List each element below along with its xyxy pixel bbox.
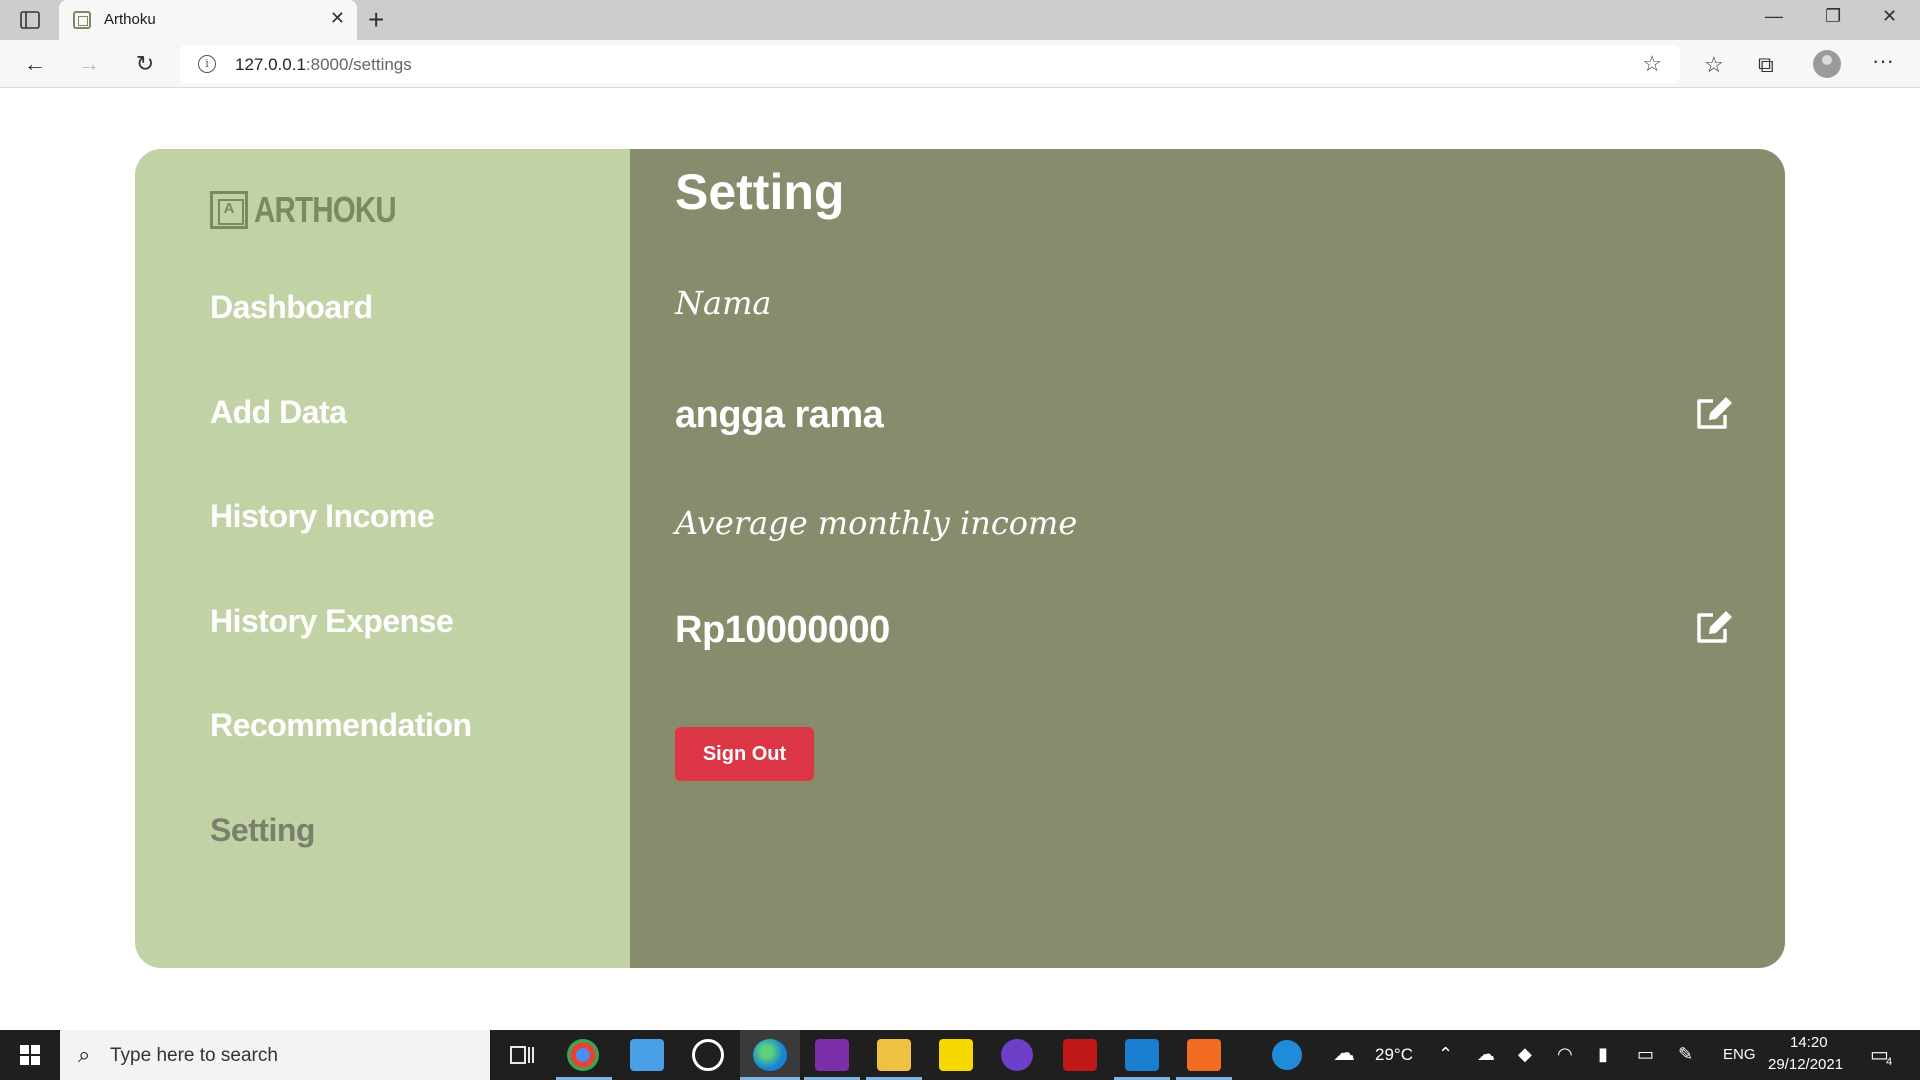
notification-count: 4 — [1886, 1056, 1893, 1068]
name-label: Nama — [675, 284, 772, 322]
site-info-icon[interactable]: i — [198, 55, 216, 73]
language-indicator[interactable]: ENG — [1723, 1046, 1756, 1063]
mcafee-app-icon[interactable] — [1063, 1039, 1097, 1071]
app-tray-icon[interactable]: ◆ — [1518, 1044, 1532, 1065]
sidebar-item-history-expense[interactable]: History Expense — [210, 603, 471, 708]
file-explorer-icon[interactable] — [877, 1039, 911, 1071]
windows-taskbar: ⌕ Type here to search ☁ 29°C ⌃ ☁ ◆ ◠ ▮ ▭… — [0, 1030, 1920, 1080]
sidebar-nav: Dashboard Add Data History Income Histor… — [210, 289, 472, 917]
favorites-icon[interactable]: ☆ — [1704, 52, 1724, 78]
chrome-app-icon[interactable] — [567, 1039, 599, 1071]
page-title: Setting — [675, 164, 845, 220]
edit-name-icon[interactable] — [1695, 393, 1735, 433]
close-window-button[interactable]: ✕ — [1882, 6, 1897, 27]
onedrive-cloud-icon[interactable]: ☁ — [1477, 1044, 1495, 1065]
search-placeholder: Type here to search — [110, 1045, 278, 1066]
back-button[interactable]: ← — [20, 50, 50, 78]
task-view-icon[interactable] — [505, 1039, 539, 1071]
tab-title: Arthoku — [104, 11, 156, 28]
forward-button[interactable]: → — [74, 50, 104, 78]
weather-temperature[interactable]: 29°C — [1375, 1045, 1413, 1065]
sticky-notes-icon[interactable] — [939, 1039, 973, 1071]
address-bar[interactable]: i 127.0.0.1:8000/settings ☆ — [180, 45, 1680, 83]
reload-button[interactable]: ↻ — [130, 50, 160, 78]
sidebar-item-dashboard[interactable]: Dashboard — [210, 289, 471, 394]
name-value: angga rama — [675, 394, 884, 436]
search-icon: ⌕ — [78, 1042, 91, 1067]
brand-name: ARTHOKU — [254, 189, 397, 230]
new-tab-button[interactable]: + — [368, 4, 384, 36]
sidebar-item-recommendation[interactable]: Recommendation — [210, 707, 472, 812]
mail-app-icon[interactable] — [630, 1039, 664, 1071]
sidebar-item-setting[interactable]: Setting — [210, 812, 471, 917]
income-value: Rp10000000 — [675, 609, 890, 651]
profile-avatar[interactable] — [1813, 50, 1841, 78]
xampp-app-icon[interactable] — [1187, 1039, 1221, 1071]
url-text[interactable]: 127.0.0.1:8000/settings — [235, 55, 412, 75]
browser-tab-bar: Arthoku ✕ + — ❐ ✕ — [0, 0, 1920, 40]
sign-out-button[interactable]: Sign Out — [675, 727, 814, 781]
restore-button[interactable]: ❐ — [1825, 6, 1841, 27]
arthoku-favicon-icon — [73, 11, 91, 29]
microphone-icon[interactable]: ▮ — [1598, 1044, 1608, 1065]
pen-icon[interactable]: ✎ — [1678, 1044, 1693, 1065]
clock-date[interactable]: 29/12/2021 — [1768, 1056, 1843, 1073]
sidebar-item-add-data[interactable]: Add Data — [210, 394, 471, 499]
brand-logo[interactable]: A ARTHOKU — [210, 189, 427, 231]
logo-mark-icon: A — [210, 191, 248, 229]
income-label: Average monthly income — [675, 504, 1078, 542]
github-app-icon[interactable] — [1001, 1039, 1033, 1071]
network-wifi-icon[interactable]: ◠ — [1557, 1044, 1573, 1065]
browser-tab[interactable]: Arthoku ✕ — [59, 0, 357, 40]
settings-panel: Setting Nama angga rama Average monthly … — [630, 149, 1785, 968]
taskbar-search[interactable]: ⌕ Type here to search — [60, 1030, 490, 1080]
edit-income-icon[interactable] — [1695, 607, 1735, 647]
clock-time[interactable]: 14:20 — [1790, 1034, 1828, 1051]
show-hidden-icons-chevron-icon[interactable]: ⌃ — [1438, 1044, 1453, 1065]
battery-icon[interactable]: ▭ — [1637, 1044, 1654, 1065]
browser-toolbar: ← → ↻ i 127.0.0.1:8000/settings ☆ ☆ ⧉ ··… — [0, 40, 1920, 88]
add-favorite-icon[interactable]: ☆ — [1642, 51, 1662, 77]
minimize-button[interactable]: — — [1765, 6, 1783, 27]
edge-app-icon[interactable] — [753, 1039, 787, 1071]
sidebar: A ARTHOKU Dashboard Add Data History Inc… — [135, 149, 630, 968]
weather-cloud-icon[interactable]: ☁ — [1333, 1040, 1355, 1066]
help-icon[interactable] — [1272, 1040, 1302, 1070]
start-button[interactable] — [0, 1030, 60, 1080]
sidebar-item-history-income[interactable]: History Income — [210, 498, 471, 603]
tab-actions-icon[interactable] — [14, 8, 46, 32]
more-menu-icon[interactable]: ··· — [1872, 48, 1894, 74]
close-tab-icon[interactable]: ✕ — [330, 8, 345, 29]
collections-icon[interactable]: ⧉ — [1758, 52, 1774, 78]
github-desktop-icon[interactable] — [692, 1039, 724, 1071]
app-container: A ARTHOKU Dashboard Add Data History Inc… — [135, 149, 1785, 968]
vscode-app-icon[interactable] — [1125, 1039, 1159, 1071]
onenote-app-icon[interactable] — [815, 1039, 849, 1071]
